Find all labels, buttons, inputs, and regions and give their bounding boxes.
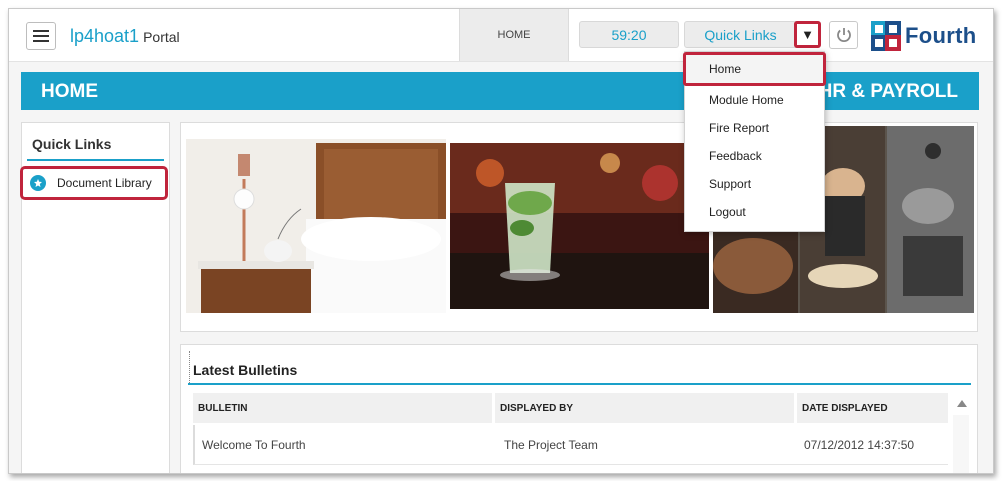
- latest-bulletins-panel: Latest Bulletins BULLETIN DISPLAYED BY D…: [180, 344, 978, 473]
- displayed-by-cell: The Project Team: [504, 437, 598, 452]
- heading-underline: [188, 383, 971, 385]
- hero-image-panel: [180, 122, 978, 332]
- app-name: lp4hoat1: [70, 26, 140, 46]
- date-displayed-cell: 07/12/2012 14:37:50: [804, 437, 915, 452]
- app-suffix: Portal: [143, 29, 180, 45]
- module-title: HR & PAYROLL: [818, 81, 958, 102]
- fourth-logo: Fourth: [871, 17, 987, 55]
- page-banner: HOME HR & PAYROLL: [21, 72, 979, 110]
- menu-icon[interactable]: [26, 22, 56, 50]
- triangle-down-icon: ▼: [801, 27, 814, 42]
- menu-item-support[interactable]: Support: [685, 170, 824, 198]
- heading-underline: [27, 159, 164, 161]
- quick-links-panel: Quick Links Document Library: [20, 122, 170, 473]
- sidebar-item-label: Document Library: [57, 176, 152, 190]
- quick-links-dropdown-toggle[interactable]: ▼: [794, 21, 821, 48]
- column-header-bulletin[interactable]: BULLETIN: [193, 393, 492, 423]
- bulletins-table-header: BULLETIN DISPLAYED BY DATE DISPLAYED: [193, 393, 948, 423]
- scrollbar[interactable]: [953, 415, 969, 473]
- menu-item-home[interactable]: Home: [683, 52, 826, 86]
- bulletins-heading: Latest Bulletins: [193, 362, 298, 378]
- menu-item-fire-report[interactable]: Fire Report: [685, 114, 824, 142]
- column-header-displayed-by[interactable]: DISPLAYED BY: [495, 393, 794, 423]
- bulletin-cell[interactable]: Welcome To Fourth: [195, 425, 497, 464]
- fourth-logo-icon: [871, 21, 901, 51]
- page-title: HOME: [41, 81, 98, 102]
- menu-item-logout[interactable]: Logout: [685, 198, 824, 226]
- bedroom-image: [186, 139, 446, 313]
- cocktail-image: [450, 143, 709, 309]
- portal-title[interactable]: lp4hoat1 Portal: [70, 26, 180, 47]
- top-bar: lp4hoat1 Portal HOME 59:20 Quick Links ▼ …: [9, 9, 993, 62]
- menu-item-module-home[interactable]: Module Home: [685, 86, 824, 114]
- heading-marker: [189, 351, 190, 383]
- sidebar-item-document-library[interactable]: Document Library: [20, 166, 168, 200]
- session-timer: 59:20: [579, 21, 679, 48]
- pin-icon: [30, 175, 46, 191]
- quick-links-button[interactable]: Quick Links: [684, 21, 797, 48]
- quick-links-menu: Home Module Home Fire Report Feedback Su…: [683, 51, 826, 232]
- app-window: lp4hoat1 Portal HOME 59:20 Quick Links ▼ …: [8, 8, 994, 474]
- menu-item-feedback[interactable]: Feedback: [685, 142, 824, 170]
- column-header-date-displayed[interactable]: DATE DISPLAYED: [797, 393, 948, 423]
- logo-text: Fourth: [905, 23, 977, 48]
- table-row[interactable]: Welcome To Fourth The Project Team 07/12…: [193, 425, 948, 465]
- power-icon[interactable]: [829, 21, 858, 49]
- home-tab[interactable]: HOME: [459, 9, 569, 61]
- quick-links-heading: Quick Links: [32, 136, 112, 152]
- scroll-up-arrow-icon[interactable]: [957, 400, 967, 407]
